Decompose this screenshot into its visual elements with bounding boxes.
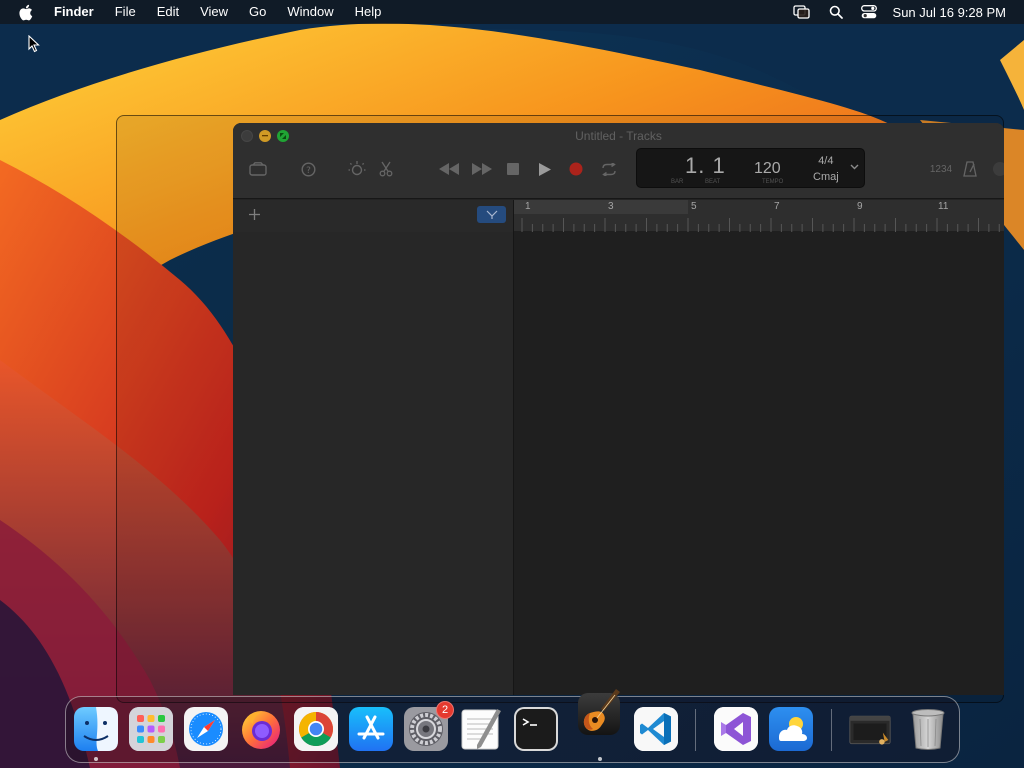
mouse-cursor-icon <box>28 34 40 58</box>
dock-chrome[interactable] <box>294 707 338 751</box>
ruler-ticks <box>521 218 1000 232</box>
apple-menu-icon[interactable] <box>18 3 34 21</box>
ruler-bar-number: 11 <box>938 201 949 212</box>
dock-trash[interactable] <box>906 707 950 751</box>
garageband-window: Untitled - Tracks ? 1. 1 BAR BEAT 120 TE… <box>233 123 1004 695</box>
weather-icon <box>769 707 813 751</box>
quick-help-icon[interactable]: ? <box>299 161 317 177</box>
master-volume-knob[interactable] <box>992 161 1004 177</box>
ruler-bar-number: 7 <box>774 201 780 212</box>
dock-visual-studio[interactable] <box>714 707 758 751</box>
tracks-header <box>233 200 514 232</box>
time-key-signature[interactable]: 4/4 Cmaj <box>813 153 839 185</box>
vscode-icon <box>634 707 678 751</box>
cycle-region[interactable] <box>514 200 688 214</box>
menu-window[interactable]: Window <box>287 0 333 24</box>
cycle-icon[interactable] <box>599 161 619 177</box>
tempo-value[interactable]: 120 <box>754 160 781 178</box>
menu-go[interactable]: Go <box>249 0 266 24</box>
ruler-bar-number: 3 <box>608 201 614 212</box>
launchpad-icon <box>129 707 173 751</box>
garageband-icon <box>578 689 620 735</box>
ruler-bar-number: 9 <box>857 201 863 212</box>
track-headers-area[interactable] <box>233 232 514 695</box>
visual-studio-icon <box>714 707 758 751</box>
menu-help[interactable]: Help <box>355 0 382 24</box>
play-icon[interactable] <box>537 161 553 177</box>
svg-text:?: ? <box>306 166 311 176</box>
dock-running-indicator <box>94 757 98 761</box>
menu-edit[interactable]: Edit <box>157 0 179 24</box>
playhead-position: 1. 1 <box>685 153 726 178</box>
editors-scissors-icon[interactable] <box>377 160 395 178</box>
menu-bar: Finder File Edit View Go Window Help Sun… <box>0 0 1024 24</box>
trash-icon <box>911 709 945 750</box>
menu-bar-clock[interactable]: Sun Jul 16 9:28 PM <box>893 5 1006 20</box>
terminal-icon <box>514 707 558 751</box>
dock-textedit[interactable] <box>459 707 503 751</box>
timeline-ruler[interactable]: 1 3 5 7 9 11 <box>514 200 1004 232</box>
textedit-icon <box>461 709 501 750</box>
notification-badge: 2 <box>436 701 454 719</box>
fast-forward-icon[interactable] <box>471 161 493 177</box>
safari-icon <box>184 707 228 751</box>
tracks-area[interactable] <box>514 232 1004 695</box>
menu-view[interactable]: View <box>200 0 228 24</box>
lcd-bar-label: BAR <box>671 179 684 185</box>
rewind-icon[interactable] <box>438 161 460 177</box>
dock-safari[interactable] <box>184 707 228 751</box>
menu-file[interactable]: File <box>115 0 136 24</box>
lcd-menu-chevron-icon[interactable] <box>850 162 859 173</box>
screen-mirroring-icon[interactable] <box>792 5 811 19</box>
finder-icon <box>74 707 118 751</box>
key-signature: Cmaj <box>813 171 839 183</box>
chrome-icon <box>294 707 338 751</box>
dock-terminal[interactable] <box>514 707 558 751</box>
window-title: Untitled - Tracks <box>575 129 662 143</box>
dock-launchpad[interactable] <box>129 707 173 751</box>
lcd-beat-label: BEAT <box>705 179 721 185</box>
dock: 2 <box>65 689 960 763</box>
lcd-display[interactable]: 1. 1 BAR BEAT 120 TEMPO 4/4 Cmaj <box>636 148 865 188</box>
dock-app-store[interactable] <box>349 707 393 751</box>
spotlight-search-icon[interactable] <box>829 5 843 19</box>
dock-separator <box>831 709 832 751</box>
dock-garageband[interactable] <box>576 689 624 737</box>
count-in-button[interactable]: 1234 <box>930 161 952 177</box>
add-track-icon[interactable] <box>249 207 260 224</box>
dock-separator <box>695 709 696 751</box>
time-signature: 4/4 <box>818 155 834 167</box>
smart-tempo-filter-icon[interactable] <box>477 206 506 223</box>
menu-app-name[interactable]: Finder <box>54 0 94 24</box>
ruler-bar-number: 5 <box>691 201 697 212</box>
smart-controls-icon[interactable] <box>347 160 367 178</box>
library-icon[interactable] <box>248 161 268 177</box>
metronome-icon[interactable] <box>961 160 979 178</box>
lcd-tempo-label: TEMPO <box>762 179 784 185</box>
control-center-icon[interactable] <box>860 5 877 19</box>
dock-weather[interactable] <box>769 707 813 751</box>
dock-vscode[interactable] <box>634 707 678 751</box>
downloads-stack-icon <box>849 715 891 745</box>
app-store-icon <box>349 707 393 751</box>
dock-running-indicator <box>598 757 602 761</box>
record-icon[interactable] <box>568 161 584 177</box>
dock-downloads-stack[interactable] <box>848 707 892 751</box>
dock-finder[interactable] <box>74 707 118 751</box>
dock-system-settings[interactable]: 2 <box>404 701 454 751</box>
window-toolbar: Untitled - Tracks ? 1. 1 BAR BEAT 120 TE… <box>233 123 1004 199</box>
stop-icon[interactable] <box>505 161 521 177</box>
firefox-icon <box>242 711 280 749</box>
ruler-bar-number: 1 <box>525 201 531 212</box>
dock-firefox[interactable] <box>239 707 283 751</box>
